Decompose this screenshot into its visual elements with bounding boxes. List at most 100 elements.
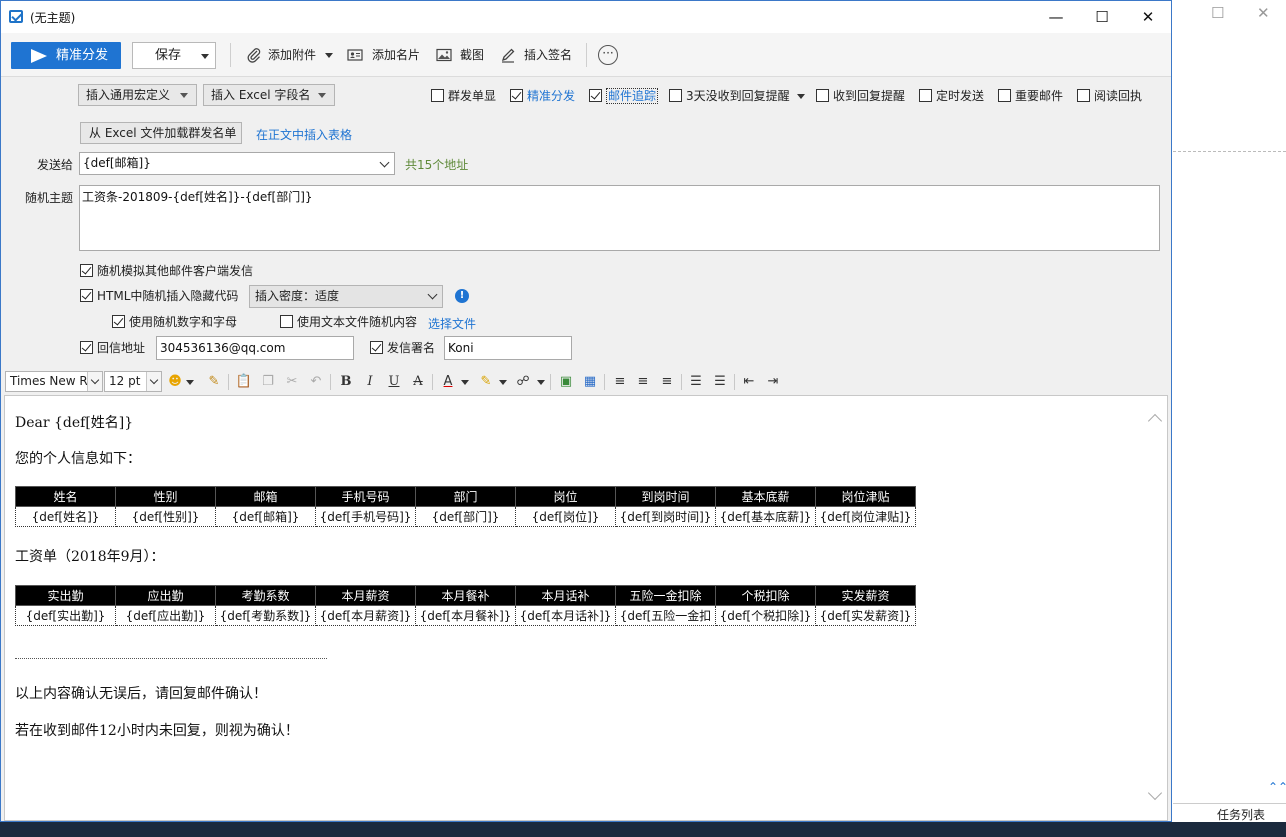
taskbar	[0, 822, 1286, 837]
emoji-icon[interactable]: ☻	[166, 373, 184, 391]
chevron-down-icon	[87, 372, 102, 391]
insert-signature-button[interactable]: 插入签名	[500, 46, 575, 64]
bold-icon[interactable]: B	[337, 373, 355, 391]
format-divider	[604, 374, 605, 390]
save-button[interactable]: 保存	[132, 42, 216, 69]
scroll-down-icon[interactable]	[1147, 785, 1163, 801]
density-select[interactable]: 插入密度：适度	[249, 285, 443, 308]
table-row: {def[实出勤]} {def[应出勤]} {def[考勤系数]} {def[本月薪资…	[15, 605, 916, 626]
reply-address-input[interactable]: 304536136@qq.com	[156, 336, 354, 360]
scroll-up-icon[interactable]	[1147, 413, 1163, 429]
mail-body-editor[interactable]: Dear {def[姓名]} 您的个人信息如下： 姓名 性别 邮箱 手机号码 部门 岗位到…	[4, 395, 1168, 821]
table-cell: {def[本月薪资]}	[315, 605, 416, 626]
table-header-cell: 五险一金扣除	[615, 585, 716, 606]
insert-table-link[interactable]: 在正文中插入表格	[256, 126, 352, 143]
insert-table-icon[interactable]: ▦	[581, 373, 599, 391]
chevron-down-icon	[427, 289, 438, 300]
maximize-icon[interactable]: ☐	[1079, 1, 1125, 33]
table-cell: {def[个税扣除]}	[715, 605, 816, 626]
table-cell: {def[实出勤]}	[15, 605, 116, 626]
table-header-cell: 部门	[415, 486, 516, 507]
table-cell: {def[五险一金扣	[615, 605, 716, 626]
insert-image-icon[interactable]: ▣	[557, 373, 575, 391]
font-size-select[interactable]: 12 pt	[104, 371, 162, 392]
cut-icon[interactable]: ✂	[283, 373, 301, 391]
chevron-down-icon[interactable]	[186, 380, 194, 385]
table-header-cell: 实出勤	[15, 585, 116, 606]
add-card-button[interactable]: 添加名片	[347, 46, 422, 64]
window-title: (无主题)	[30, 11, 76, 25]
sender-name-input[interactable]: Koni	[444, 336, 572, 360]
align-right-icon[interactable]: ≡	[658, 373, 676, 391]
undo-icon[interactable]: ↶	[307, 373, 325, 391]
more-options-icon[interactable]: ···	[598, 45, 618, 65]
table-header-row: 实出勤 应出勤 考勤系数 本月薪资 本月餐补 本月话补 五险一金扣除 个税扣除 实发薪资	[15, 585, 916, 606]
strikethrough-icon[interactable]: A	[409, 373, 427, 391]
side-maximize-icon[interactable]: ☐	[1211, 4, 1224, 22]
indent-icon[interactable]: ⇥	[764, 373, 782, 391]
address-count: 共15个地址	[405, 158, 469, 172]
send-icon	[31, 49, 47, 63]
table-cell: {def[考勤系数]}	[215, 605, 316, 626]
title-bar: (无主题) — ☐ ✕	[1, 1, 1171, 33]
subject-textarea[interactable]: 工资条-201809-{def[姓名]}-{def[部门]}	[79, 185, 1160, 251]
outdent-icon[interactable]: ⇤	[740, 373, 758, 391]
table-header-cell: 本月餐补	[415, 585, 516, 606]
chevron-down-icon	[146, 372, 161, 391]
table-header-cell: 到岗时间	[615, 486, 716, 507]
insert-excel-field-dropdown[interactable]: 插入 Excel 字段名	[203, 84, 335, 106]
format-divider	[734, 374, 735, 390]
task-list-button[interactable]: 任务列表	[1217, 806, 1265, 823]
format-divider	[681, 374, 682, 390]
side-close-icon[interactable]: ✕	[1257, 4, 1270, 22]
add-attachment-button[interactable]: 添加附件	[246, 46, 336, 64]
to-label: 发送给	[36, 158, 73, 172]
table-cell: {def[应出勤]}	[115, 605, 216, 626]
numbered-list-icon[interactable]: ☰	[687, 373, 705, 391]
highlight-icon[interactable]: ✎	[477, 373, 495, 391]
chevron-down-icon	[318, 93, 326, 98]
table-header-cell: 手机号码	[315, 486, 416, 507]
align-center-icon[interactable]: ≡	[634, 373, 652, 391]
link-icon[interactable]: ☍	[514, 373, 532, 391]
chevron-down-icon[interactable]	[499, 380, 507, 385]
send-button[interactable]: 精准分发	[11, 42, 121, 69]
salary-title: 工资单（2018年9月）：	[15, 549, 165, 565]
load-excel-list-button[interactable]: 从 Excel 文件加载群发名单	[80, 122, 242, 144]
side-pane: ☐ ✕ ⌃⌃ 任务列表	[1173, 0, 1286, 837]
table-header-cell: 基本底薪	[715, 486, 816, 507]
font-family-select[interactable]: Times New Roman	[5, 371, 103, 392]
choose-file-link[interactable]: 选择文件	[428, 315, 476, 332]
copy-icon[interactable]: ❐	[259, 373, 277, 391]
chevron-down-icon	[201, 54, 209, 59]
collapse-up-icon[interactable]: ⌃⌃	[1268, 780, 1286, 794]
chevron-down-icon[interactable]	[797, 94, 805, 99]
minimize-icon[interactable]: —	[1033, 1, 1079, 33]
image-icon	[436, 48, 452, 62]
confirm-text-1: 以上内容确认无误后，请回复邮件确认！	[15, 686, 267, 702]
italic-icon[interactable]: I	[361, 373, 379, 391]
format-divider	[228, 374, 229, 390]
close-icon[interactable]: ✕	[1125, 1, 1171, 33]
insert-macro-dropdown[interactable]: 插入通用宏定义	[78, 84, 197, 106]
format-painter-icon[interactable]: ✎	[205, 373, 223, 391]
screenshot-button[interactable]: 截图	[436, 46, 486, 64]
font-color-icon[interactable]: A	[439, 373, 457, 391]
table-cell: {def[岗位津贴]}	[815, 506, 916, 527]
table-header-cell: 本月话补	[515, 585, 616, 606]
to-combobox[interactable]: {def[邮箱]}	[79, 152, 395, 175]
underline-icon[interactable]: U	[385, 373, 403, 391]
intro-text: 您的个人信息如下：	[15, 451, 141, 467]
bullet-list-icon[interactable]: ☰	[711, 373, 729, 391]
pen-icon	[501, 48, 515, 63]
chevron-down-icon[interactable]	[537, 380, 545, 385]
align-left-icon[interactable]: ≡	[611, 373, 629, 391]
chevron-down-icon[interactable]	[461, 380, 469, 385]
paste-icon[interactable]: 📋	[235, 373, 253, 391]
info-icon[interactable]: !	[455, 289, 469, 303]
compose-window: (无主题) — ☐ ✕ 精准分发 保存 添加附件 添加名片 截图 插入签名 ··…	[0, 0, 1172, 822]
table-cell: {def[部门]}	[415, 506, 516, 527]
table-header-cell: 性别	[115, 486, 216, 507]
table-header-row: 姓名 性别 邮箱 手机号码 部门 岗位 到岗时间 基本底薪 岗位津贴	[15, 486, 916, 507]
table-cell: {def[性别]}	[115, 506, 216, 527]
